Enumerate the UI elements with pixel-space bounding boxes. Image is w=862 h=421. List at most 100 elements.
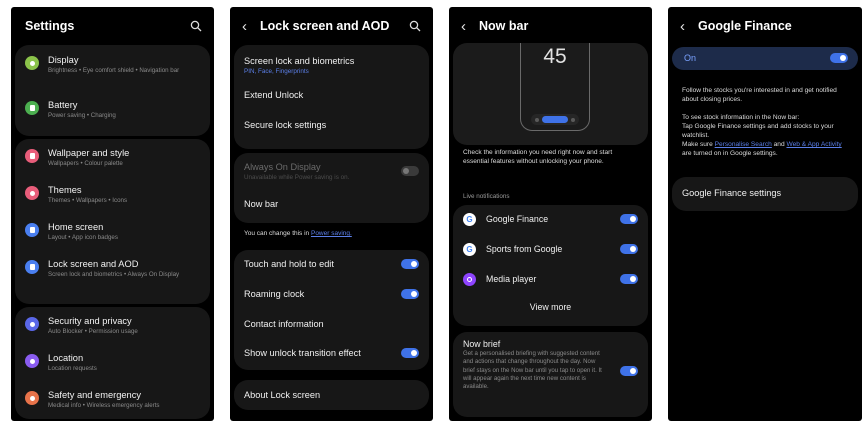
item-label: Wallpaper and style [48, 148, 130, 158]
live-notifications-group: G Google Finance G Sports from Google Me… [453, 205, 648, 326]
item-sub: Layout • App icon badges [48, 234, 118, 241]
phone-preview: 45 [520, 43, 590, 131]
item-label: Always On Display [244, 161, 321, 172]
item-label: Media player [486, 274, 537, 284]
now-brief-title: Now brief [463, 339, 501, 349]
finance-settings-item[interactable]: Google Finance settings [672, 177, 858, 211]
item-label: Battery [48, 100, 78, 110]
settings-group-2: Wallpaper and style Wallpapers • Colour p… [15, 139, 210, 304]
back-arrow-icon[interactable]: ‹ [461, 19, 479, 34]
page-title: Settings [25, 19, 75, 33]
item-sub: PIN, Face, Fingerprints [244, 67, 309, 75]
item-label: Google Finance settings [682, 188, 782, 198]
app-sports-from-google[interactable]: G Sports from Google [453, 241, 648, 257]
unlock-effect-toggle[interactable] [401, 348, 419, 358]
power-saving-link[interactable]: Power saving. [311, 230, 352, 237]
google-finance-toggle[interactable] [620, 214, 638, 224]
now-bar-preview: 45 [453, 43, 648, 145]
now-brief-desc: Get a personalised briefing with suggest… [463, 350, 602, 391]
search-icon[interactable] [408, 19, 422, 33]
touch-hold-item[interactable]: Touch and hold to edit [234, 255, 429, 273]
item-sub: Unavailable while Power saving is on. [244, 173, 350, 181]
finance-instructions: To see stock information in the Now bar:… [682, 114, 842, 157]
google-icon: G [463, 242, 476, 256]
now-brief-toggle[interactable] [620, 366, 638, 376]
item-label: Secure lock settings [244, 120, 327, 130]
media-player-toggle[interactable] [620, 274, 638, 284]
item-sub: Location requests [48, 365, 97, 372]
on-label: On [684, 53, 697, 63]
item-label: Location [48, 353, 84, 363]
settings-item-security[interactable]: Security and privacy Auto Blocker • Permi… [15, 315, 210, 337]
about-lock-item[interactable]: About Lock screen [234, 386, 429, 404]
settings-item-battery[interactable]: Battery Power saving • Charging [15, 99, 210, 121]
themes-icon [25, 186, 39, 200]
unlock-effect-item[interactable]: Show unlock transition effect [234, 344, 429, 362]
shield-icon [25, 317, 39, 331]
finance-master-toggle[interactable] [830, 53, 848, 63]
touch-hold-toggle[interactable] [401, 259, 419, 269]
back-arrow-icon[interactable]: ‹ [242, 19, 260, 34]
sports-toggle[interactable] [620, 244, 638, 254]
item-label: Themes [48, 185, 82, 195]
settings-header: Settings [11, 7, 214, 45]
lock-group-2: Always On Display Unavailable while Power… [234, 153, 429, 223]
now-bar-item[interactable]: Now bar [234, 195, 429, 213]
settings-item-display[interactable]: Display Brightness • Eye comfort shield •… [15, 54, 210, 76]
web-app-activity-link[interactable]: Web & App Activity [786, 141, 841, 148]
item-label: Roaming clock [244, 289, 305, 299]
search-icon[interactable] [189, 19, 203, 33]
now-bar-intro: Check the information you need right now… [463, 149, 613, 165]
settings-item-themes[interactable]: Themes Themes • Wallpapers • Icons [15, 184, 210, 206]
extend-unlock-item[interactable]: Extend Unlock [234, 86, 429, 104]
settings-item-location[interactable]: Location Location requests [15, 352, 210, 374]
lock-group-3: Touch and hold to edit Roaming clock Con… [234, 250, 429, 370]
wallpaper-icon [25, 149, 39, 163]
settings-item-lock-screen[interactable]: Lock screen and AOD Screen lock and biome… [15, 258, 210, 280]
roaming-clock-item[interactable]: Roaming clock [234, 285, 429, 303]
view-more-button[interactable]: View more [453, 302, 648, 312]
power-saving-note: You can change this in Power saving. [244, 230, 352, 237]
settings-item-wallpaper[interactable]: Wallpaper and style Wallpapers • Colour p… [15, 147, 210, 169]
screen-lock-item[interactable]: Screen lock and biometrics PIN, Face, Fin… [234, 52, 429, 78]
on-switch-bar[interactable]: On [672, 47, 858, 70]
live-notifications-label: Live notifications [463, 193, 510, 200]
contact-info-item[interactable]: Contact information [234, 315, 429, 333]
item-sub: Wallpapers • Colour palette [48, 160, 123, 167]
personalise-search-link[interactable]: Personalise Search [715, 141, 772, 148]
item-sub: Power saving • Charging [48, 112, 116, 119]
app-media-player[interactable]: Media player [453, 271, 648, 287]
now-brief-group[interactable]: Now brief Get a personalised briefing wi… [453, 332, 648, 417]
settings-item-safety[interactable]: Safety and emergency Medical info • Wirel… [15, 389, 210, 411]
item-label: Security and privacy [48, 316, 132, 326]
preview-now-bar [531, 114, 579, 125]
now-bar-header: ‹ Now bar [449, 7, 652, 45]
app-google-finance[interactable]: G Google Finance [453, 211, 648, 227]
item-label: Extend Unlock [244, 90, 304, 100]
safety-icon [25, 391, 39, 405]
item-label: About Lock screen [244, 390, 321, 400]
roaming-clock-toggle[interactable] [401, 289, 419, 299]
secure-lock-item[interactable]: Secure lock settings [234, 116, 429, 134]
item-sub: Screen lock and biometrics • Always On D… [48, 271, 180, 278]
item-label: Contact information [244, 319, 324, 329]
settings-group-3: Security and privacy Auto Blocker • Permi… [15, 307, 210, 419]
finance-desc: Follow the stocks you're interested in a… [682, 87, 837, 103]
preview-clock: 45 [543, 45, 567, 68]
settings-screen: Settings Display Brightness • Eye comfort… [11, 7, 214, 421]
home-icon [25, 223, 39, 237]
lock-icon [25, 260, 39, 274]
item-sub: Medical info • Wireless emergency alerts [48, 402, 160, 409]
google-finance-screen: ‹ Google Finance On Follow the stocks yo… [668, 7, 862, 421]
back-arrow-icon[interactable]: ‹ [680, 19, 698, 34]
item-label: Safety and emergency [48, 390, 142, 400]
item-label: Touch and hold to edit [244, 259, 334, 269]
battery-icon [25, 101, 39, 115]
item-sub: Themes • Wallpapers • Icons [48, 197, 128, 204]
display-icon [25, 56, 39, 70]
settings-item-home-screen[interactable]: Home screen Layout • App icon badges [15, 221, 210, 243]
item-label: Show unlock transition effect [244, 348, 361, 358]
media-player-icon [463, 272, 476, 286]
item-label: Lock screen and AOD [48, 259, 139, 269]
item-label: Screen lock and biometrics [244, 55, 355, 66]
